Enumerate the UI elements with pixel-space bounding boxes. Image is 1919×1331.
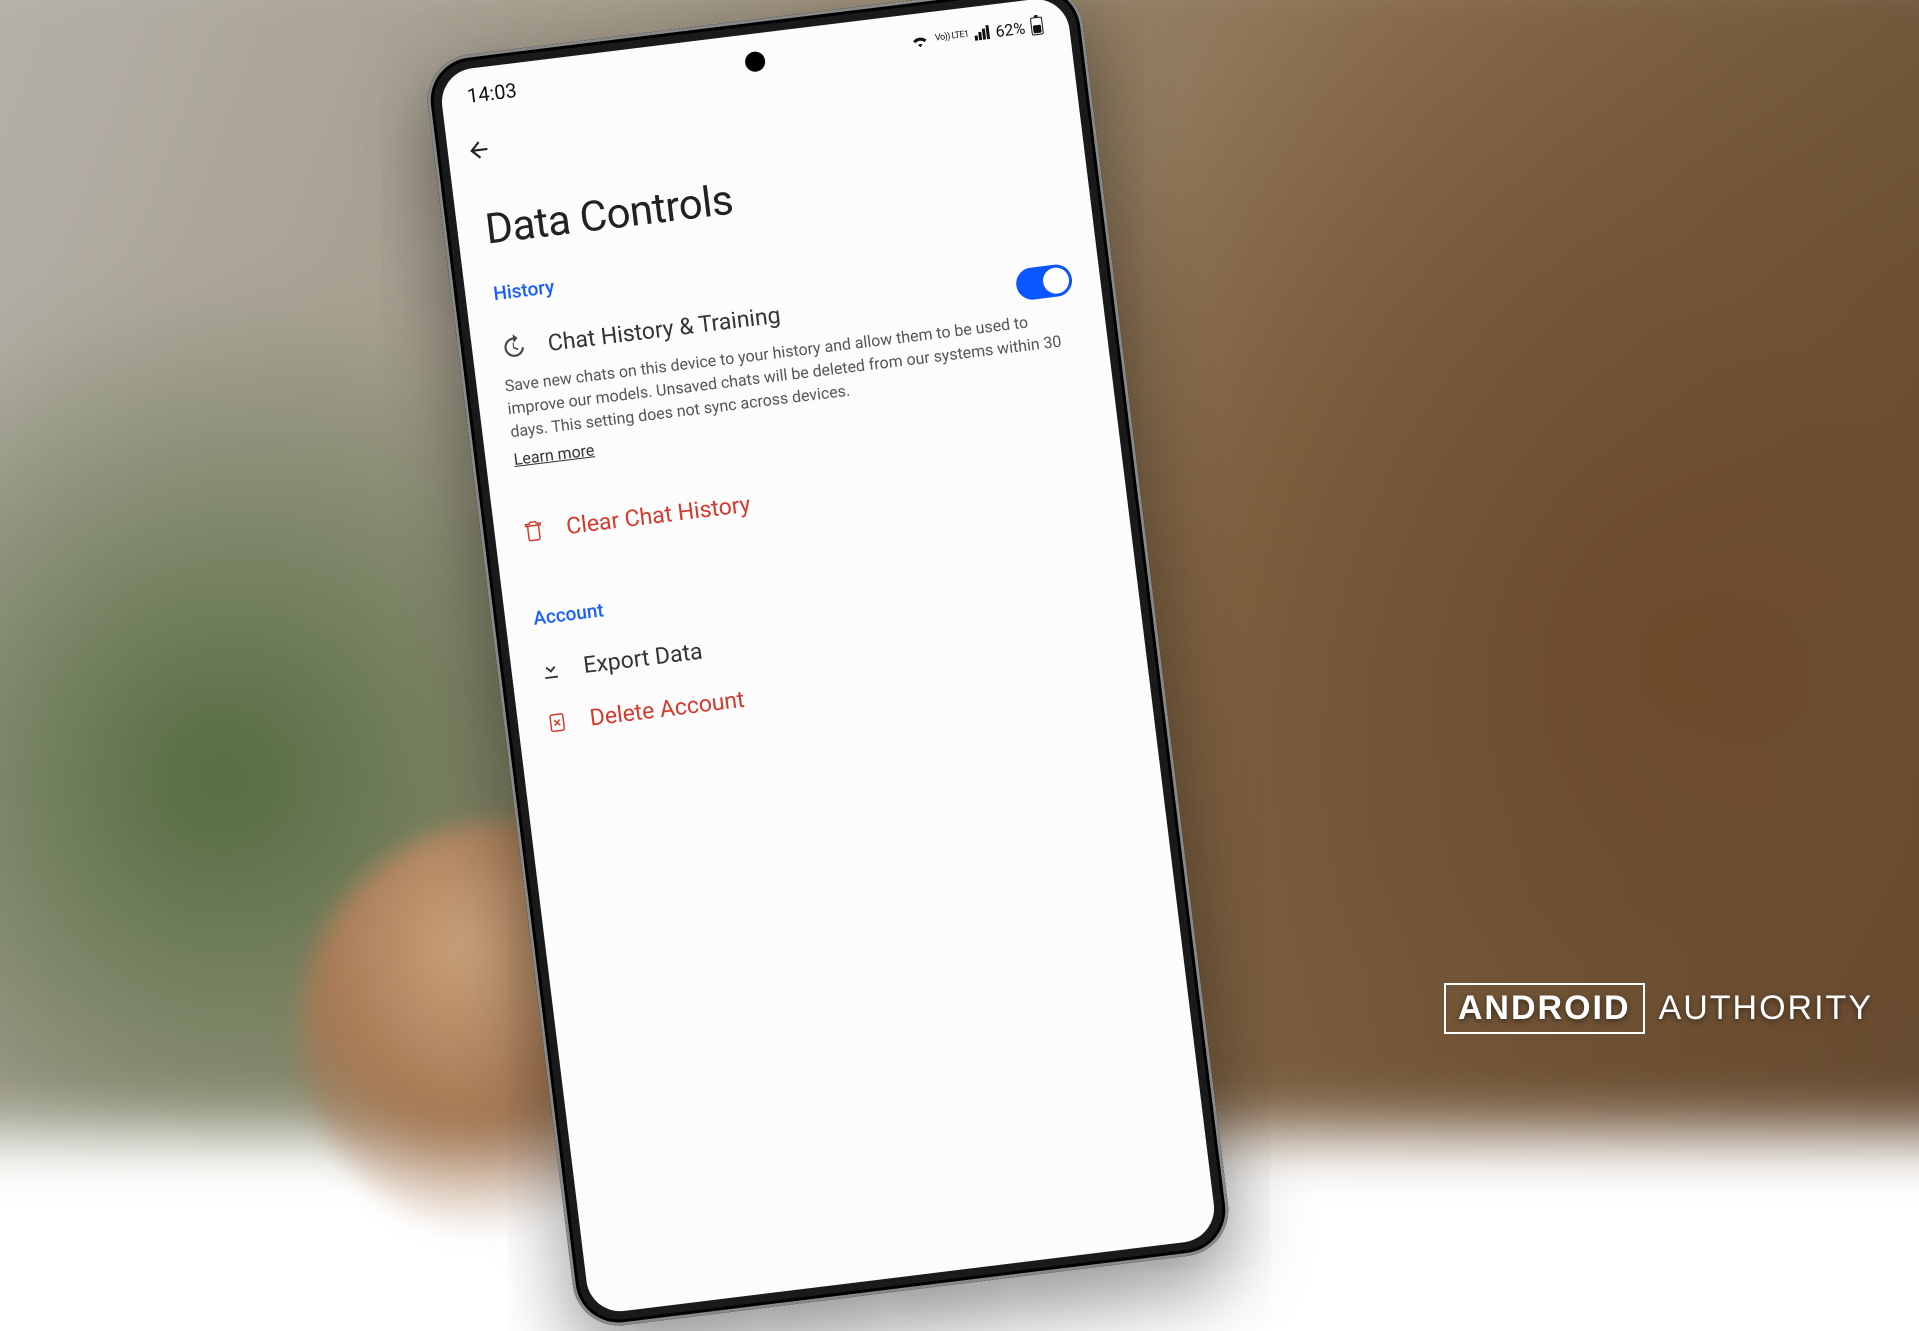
status-battery-pct: 62% bbox=[994, 18, 1026, 40]
signal-icon bbox=[974, 25, 991, 41]
wifi-icon bbox=[910, 32, 930, 48]
delete-x-icon bbox=[545, 709, 570, 736]
arrow-left-icon bbox=[464, 136, 493, 165]
trash-icon bbox=[521, 517, 546, 544]
download-icon bbox=[538, 656, 563, 683]
battery-icon bbox=[1030, 16, 1044, 35]
clear-chat-history-label: Clear Chat History bbox=[565, 490, 752, 539]
status-time: 14:03 bbox=[466, 78, 518, 108]
phone-screen: 14:03 Vo)) LTE1 62% Data Controls Histor… bbox=[438, 0, 1218, 1315]
watermark-brand2: AUTHORITY bbox=[1659, 989, 1873, 1028]
back-button[interactable] bbox=[464, 136, 493, 165]
status-carrier: Vo)) LTE1 bbox=[935, 30, 970, 43]
watermark-brand1: ANDROID bbox=[1444, 983, 1645, 1034]
watermark: ANDROID AUTHORITY bbox=[1444, 983, 1873, 1034]
learn-more-link[interactable]: Learn more bbox=[513, 440, 596, 469]
history-icon bbox=[499, 333, 528, 362]
export-data-label: Export Data bbox=[582, 637, 704, 678]
delete-account-label: Delete Account bbox=[588, 685, 746, 731]
chat-history-training-toggle[interactable] bbox=[1014, 263, 1073, 302]
